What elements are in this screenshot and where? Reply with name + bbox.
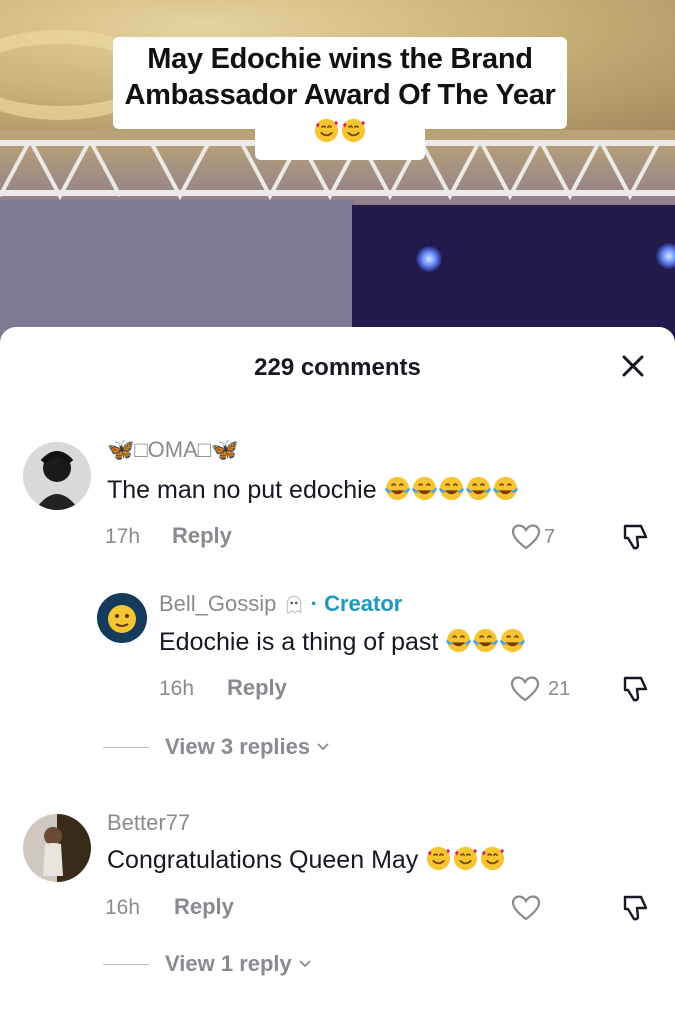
comment-text: Edochie is a thing of past [159,627,526,657]
face-with-tears-of-joy-icon [438,476,464,501]
thumbs-down-icon[interactable] [620,893,650,923]
view-replies-label: View 3 replies [165,734,311,759]
face-with-tears-of-joy-icon [473,628,499,653]
reply-button[interactable]: Reply [172,523,232,549]
comment-text: The man no put edochie [107,475,519,505]
divider [103,746,149,748]
comment-timestamp: 16h [159,677,195,700]
stage-screen [352,205,675,345]
face-with-tears-of-joy-icon [465,476,491,501]
stage-wall [0,200,355,345]
face-with-tears-of-joy-icon [384,476,410,501]
comment-text: Congratulations Queen May [107,845,506,875]
like-count: 7 [544,526,556,548]
stage-light [656,243,675,269]
heart-icon[interactable] [511,523,541,551]
smiling-face-with-hearts-icon [341,118,366,143]
chevron-down-icon [299,960,311,968]
avatar[interactable] [23,814,91,882]
view-replies-button[interactable]: View 3 replies [103,734,330,760]
video-player[interactable]: May Edochie wins the Brand Ambassador Aw… [0,0,675,345]
avatar[interactable] [23,442,91,510]
heart-icon[interactable] [510,675,540,703]
stage-light [416,246,442,272]
close-icon[interactable] [618,351,648,381]
emoji-group [377,476,519,504]
thumbs-down-icon[interactable] [620,674,650,704]
face-with-tears-of-joy-icon [446,628,472,653]
video-caption: May Edochie wins the Brand Ambassador Aw… [113,41,567,149]
emoji-group [445,628,526,656]
chevron-down-icon [317,743,329,751]
emoji-group [425,846,506,874]
smiling-face-with-hearts-icon [454,846,478,871]
view-replies-button[interactable]: View 1 reply [103,951,312,977]
smiling-face-with-hearts-icon [481,846,505,871]
comment-timestamp: 16h [105,896,141,919]
creator-badge: · Creator [310,591,403,616]
heart-icon[interactable] [511,894,541,922]
face-with-tears-of-joy-icon [492,476,518,501]
comment-timestamp: 17h [105,525,141,548]
like-count: 21 [548,678,571,700]
comments-sheet: 229 comments 🦋□OMA□🦋 The man no put edoc… [0,327,675,1018]
video-caption-text: May Edochie wins the Brand Ambassador Aw… [124,43,556,111]
smiling-face-with-hearts-icon [314,118,339,143]
smiling-face-with-hearts-icon [427,846,451,871]
reply-button[interactable]: Reply [227,675,287,701]
comment-username[interactable]: 🦋□OMA□🦋 [107,437,238,463]
reply-button[interactable]: Reply [174,894,234,920]
view-replies-label: View 1 reply [165,951,292,976]
divider [103,963,149,965]
face-with-tears-of-joy-icon [500,628,526,653]
ghost-icon [286,595,301,615]
face-with-tears-of-joy-icon [411,476,437,501]
comment-username[interactable]: Bell_Gossip · Creator [159,591,402,617]
comment-username[interactable]: Better77 [107,810,190,836]
thumbs-down-icon[interactable] [620,522,650,552]
comments-count-title: 229 comments [254,354,421,381]
avatar[interactable] [97,593,147,643]
